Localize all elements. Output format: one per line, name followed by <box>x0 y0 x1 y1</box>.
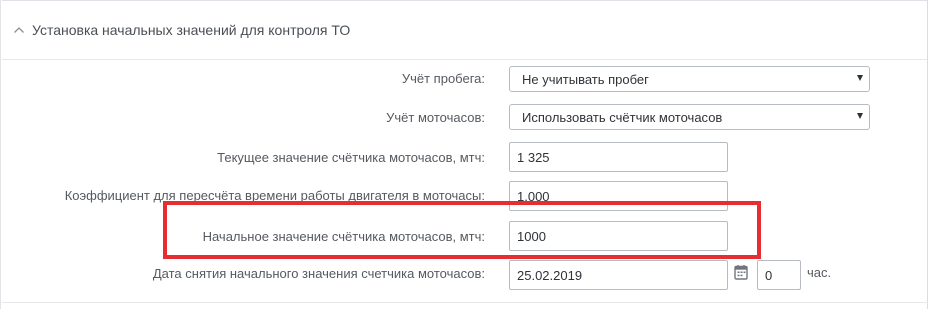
current-counter-label: Текущее значение счётчика моточасов, мтч… <box>217 150 485 165</box>
mileage-label: Учёт пробега: <box>401 71 485 86</box>
current-counter-input[interactable]: 1 325 <box>509 142 728 172</box>
initial-date-input[interactable]: 25.02.2019 <box>509 260 728 290</box>
mileage-select[interactable]: Не учитывать пробег <box>509 66 870 92</box>
panel-bottom-divider <box>2 302 928 303</box>
dropdown-arrow-icon <box>857 75 863 81</box>
chevron-up-icon[interactable] <box>13 25 25 35</box>
hours-input[interactable]: 0 <box>757 260 801 290</box>
settings-panel: Установка начальных значений для контрол… <box>0 0 929 309</box>
hours-value: 0 <box>765 268 773 283</box>
dropdown-arrow-icon <box>857 113 863 119</box>
engine-hours-select[interactable]: Использовать счётчик моточасов <box>509 104 870 130</box>
initial-date-label: Дата снятия начального значения счетчика… <box>152 266 485 281</box>
engine-hours-label: Учёт моточасов: <box>386 110 485 125</box>
hours-unit-label: час. <box>807 265 832 280</box>
calendar-icon[interactable] <box>734 264 748 280</box>
highlight-box <box>163 201 761 259</box>
header-divider <box>2 59 928 60</box>
panel-right-border <box>927 0 928 309</box>
initial-date-value: 25.02.2019 <box>517 268 583 283</box>
engine-hours-select-value: Использовать счётчик моточасов <box>522 110 723 125</box>
current-counter-value: 1 325 <box>517 150 550 165</box>
mileage-select-value: Не учитывать пробег <box>522 72 649 87</box>
section-title[interactable]: Установка начальных значений для контрол… <box>32 22 350 38</box>
